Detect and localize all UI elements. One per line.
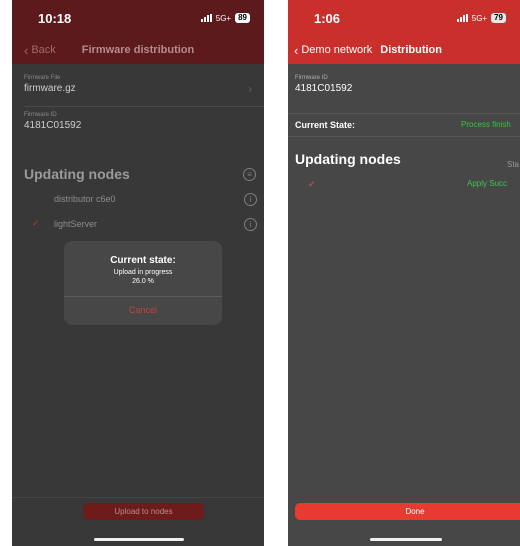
dialog-message-progress: 26.0 % [132, 278, 154, 285]
status-column-header: Sta [507, 160, 520, 169]
back-button[interactable]: ‹ Demo network [294, 42, 373, 58]
firmware-id-row: Firmware ID 4181C01592 [295, 75, 508, 94]
node-name[interactable]: distributor c6e0 [54, 194, 116, 204]
node-name[interactable]: lightServer [54, 219, 97, 229]
status-bar: 10:18 5G+ 89 [12, 0, 264, 36]
upload-to-nodes-button[interactable]: Upload to nodes [83, 503, 204, 520]
firmware-id-label: Firmware ID [295, 75, 328, 81]
dialog-divider [64, 296, 222, 297]
home-indicator[interactable] [370, 538, 442, 541]
node-status: Apply Succ [467, 179, 508, 188]
screen-distribution: 1:06 5G+ 79 ‹ Demo network Distribution … [288, 0, 520, 546]
page-title: Distribution [380, 44, 442, 56]
current-state-dialog: Current state: Upload in progress 26.0 %… [64, 241, 222, 325]
dialog-title: Current state: [110, 255, 176, 266]
firmware-id-label: Firmware ID [24, 112, 57, 118]
current-state-label: Current State: [295, 120, 356, 130]
current-state-row: Current State: Process finish [288, 113, 520, 137]
checkmark-icon: ✓ [32, 218, 40, 228]
status-bar: 1:06 5G+ 79 [288, 0, 520, 36]
cancel-button[interactable]: Cancel [64, 305, 222, 315]
battery-icon: 89 [235, 13, 250, 23]
dialog-message-status: Upload in progress [113, 269, 173, 276]
status-indicators: 5G+ 79 [456, 13, 506, 23]
info-icon[interactable]: i [244, 218, 257, 231]
firmware-id-value: 4181C01592 [24, 120, 82, 131]
done-button[interactable]: Done [295, 503, 520, 520]
firmware-file-label: Firmware File [24, 75, 61, 81]
divider [24, 106, 264, 107]
firmware-file-row[interactable]: Firmware File firmware.gz [24, 75, 252, 94]
status-time: 10:18 [38, 10, 72, 26]
back-label: Demo network [301, 44, 373, 56]
chevron-right-icon: › [248, 82, 252, 96]
signal-icon [456, 14, 468, 22]
filter-icon[interactable]: ≡ [243, 168, 256, 181]
chevron-left-icon: ‹ [24, 42, 29, 58]
screen-firmware-distribution: 10:18 5G+ 89 ‹ Back Firmware distributio… [12, 0, 264, 546]
status-indicators: 5G+ 89 [200, 13, 250, 23]
updating-nodes-title: Updating nodes [24, 166, 130, 182]
signal-icon [200, 14, 212, 22]
info-icon[interactable]: i [244, 193, 257, 206]
status-time: 1:06 [314, 10, 341, 26]
firmware-id-row: Firmware ID 4181C01592 [24, 112, 252, 131]
network-type: 5G+ [471, 13, 488, 23]
bottom-divider [12, 497, 264, 498]
nav-bar: ‹ Demo network Distribution [288, 36, 520, 64]
current-state-value: Process finish [461, 120, 511, 129]
chevron-left-icon: ‹ [294, 42, 299, 58]
battery-icon: 79 [491, 13, 506, 23]
checkmark-icon: ✓ [308, 179, 316, 189]
back-button[interactable]: ‹ Back [24, 42, 56, 58]
dialog-message: Upload in progress 26.0 % [64, 268, 222, 286]
updating-nodes-title: Updating nodes [295, 151, 401, 167]
network-type: 5G+ [215, 13, 232, 23]
firmware-file-value: firmware.gz [24, 83, 76, 94]
firmware-id-value: 4181C01592 [295, 83, 353, 94]
back-label: Back [31, 44, 56, 56]
nav-bar: ‹ Back Firmware distribution [12, 36, 264, 64]
home-indicator[interactable] [94, 538, 184, 541]
